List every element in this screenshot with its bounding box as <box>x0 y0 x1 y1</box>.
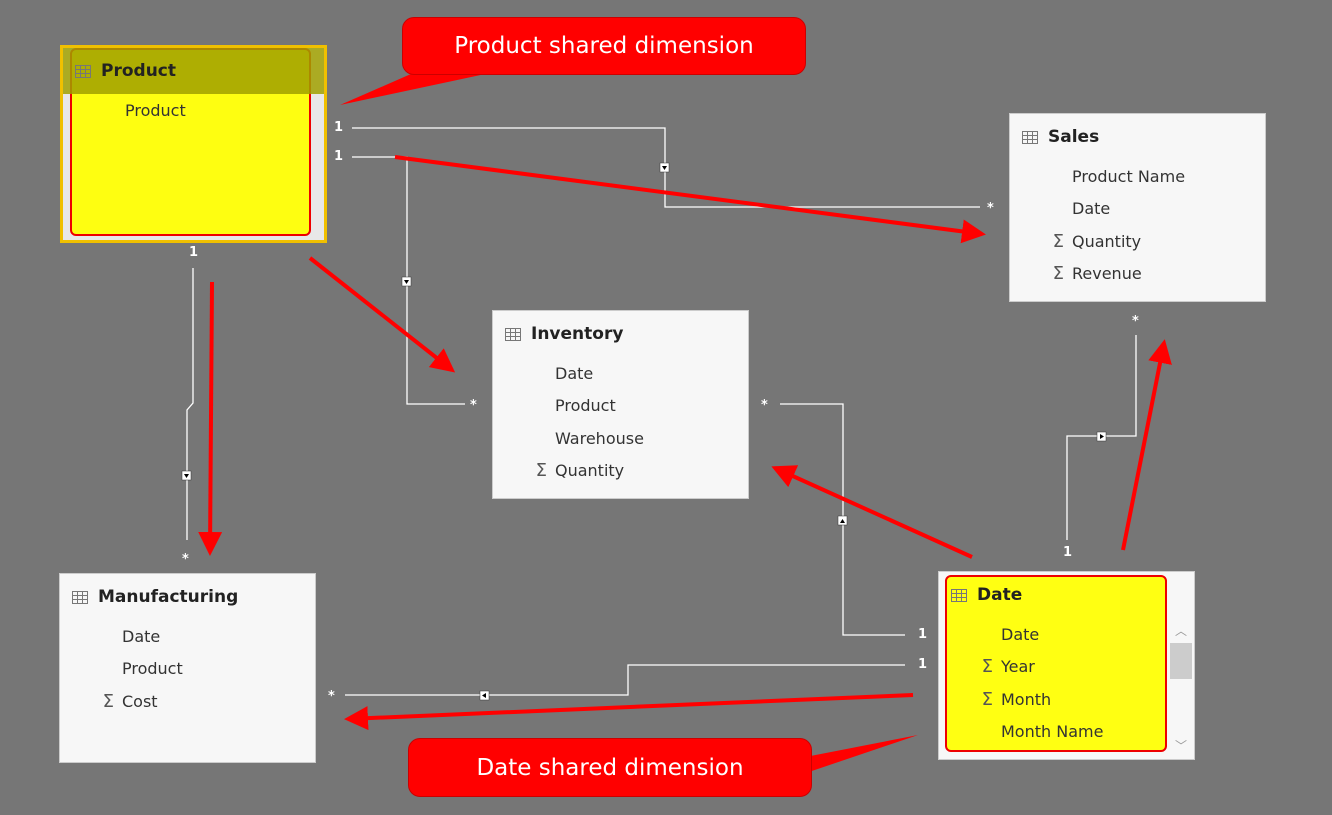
field-label: Date <box>1072 199 1111 219</box>
field-label: Warehouse <box>555 428 644 448</box>
field-cost[interactable]: Σ Cost <box>60 685 315 718</box>
sigma-icon: Σ <box>981 688 993 710</box>
field-label: Quantity <box>555 461 625 481</box>
field-label: Date <box>1001 624 1040 644</box>
cardinality-label: 1 <box>1063 545 1073 560</box>
scrollbar[interactable]: ︿ ﹀ <box>1170 622 1192 758</box>
field-label: Product <box>122 659 183 679</box>
cardinality-label: * <box>1132 314 1139 329</box>
field-label: Product <box>555 396 616 416</box>
field-quantity[interactable]: Σ Quantity <box>1010 225 1265 258</box>
table-icon <box>951 588 967 602</box>
table-header: Inventory <box>493 311 748 357</box>
callout-date-shared-dimension: Date shared dimension <box>408 738 812 797</box>
table-title: Sales <box>1048 127 1100 147</box>
table-icon <box>72 590 88 604</box>
sigma-icon: Σ <box>102 690 114 712</box>
cardinality-label: 1 <box>334 120 344 135</box>
table-title: Date <box>977 585 1023 605</box>
field-label: Month Name <box>1001 722 1104 742</box>
cardinality-label: 1 <box>918 627 928 642</box>
field-product[interactable]: Product <box>60 653 315 686</box>
table-header: Manufacturing <box>60 574 315 620</box>
cardinality-label: 1 <box>334 149 344 164</box>
sigma-icon: Σ <box>1052 230 1064 252</box>
field-month[interactable]: Σ Month <box>939 683 1194 716</box>
table-manufacturing[interactable]: Manufacturing Date Product Σ Cost <box>59 573 316 763</box>
table-sales[interactable]: Sales Product Name Date Σ Quantity Σ Revenue <box>1009 113 1266 302</box>
sigma-icon: Σ <box>535 460 547 482</box>
cardinality-label: * <box>470 398 477 413</box>
cardinality-label: * <box>328 689 335 704</box>
cardinality-label: * <box>761 398 768 413</box>
rel-product-manufacturing <box>186 268 194 540</box>
field-year[interactable]: Σ Year <box>939 651 1194 684</box>
callout-product-shared-dimension: Product shared dimension <box>402 17 806 75</box>
sigma-icon: Σ <box>1052 263 1064 285</box>
table-inventory[interactable]: Inventory Date Product Warehouse Σ Quantity <box>492 310 749 499</box>
field-product-name[interactable]: Product Name <box>1010 160 1265 193</box>
field-label: Product <box>125 100 186 120</box>
table-icon <box>505 327 521 341</box>
field-date[interactable]: Date <box>1010 193 1265 226</box>
cardinality-label: * <box>987 201 994 216</box>
field-label: Month <box>1001 689 1052 709</box>
sigma-icon: Σ <box>981 656 993 678</box>
rel-date-manufacturing <box>345 664 905 696</box>
field-label: Product Name <box>1072 166 1186 186</box>
field-warehouse[interactable]: Warehouse <box>493 422 748 455</box>
scroll-down-icon[interactable]: ﹀ <box>1170 737 1192 754</box>
cardinality-label: * <box>182 552 189 567</box>
cardinality-label: 1 <box>189 245 199 260</box>
field-quantity[interactable]: Σ Quantity <box>493 455 748 488</box>
cardinality-label: 1 <box>918 657 928 672</box>
scroll-up-icon[interactable]: ︿ <box>1170 622 1192 639</box>
field-date[interactable]: Date <box>493 357 748 390</box>
field-label: Cost <box>122 691 158 711</box>
field-label: Date <box>122 626 161 646</box>
scroll-thumb[interactable] <box>1170 643 1192 679</box>
table-icon <box>75 64 91 78</box>
table-icon <box>1022 130 1038 144</box>
table-title: Manufacturing <box>98 587 239 607</box>
table-header: Sales <box>1010 114 1265 160</box>
field-date[interactable]: Date <box>939 618 1194 651</box>
field-label: Date <box>555 363 594 383</box>
field-label: Year <box>1001 657 1035 677</box>
field-month-name[interactable]: Month Name <box>939 716 1194 749</box>
table-title: Inventory <box>531 324 624 344</box>
table-header: Product <box>63 48 324 94</box>
field-label: Quantity <box>1072 231 1142 251</box>
field-product[interactable]: Product <box>63 94 324 127</box>
field-date[interactable]: Date <box>60 620 315 653</box>
table-header: Date <box>939 572 1194 618</box>
field-revenue[interactable]: Σ Revenue <box>1010 258 1265 291</box>
table-title: Product <box>101 61 176 81</box>
field-product[interactable]: Product <box>493 390 748 423</box>
table-date[interactable]: Date Date Σ Year Σ Month Month Name ︿ ﹀ <box>938 571 1195 760</box>
field-label: Revenue <box>1072 264 1142 284</box>
